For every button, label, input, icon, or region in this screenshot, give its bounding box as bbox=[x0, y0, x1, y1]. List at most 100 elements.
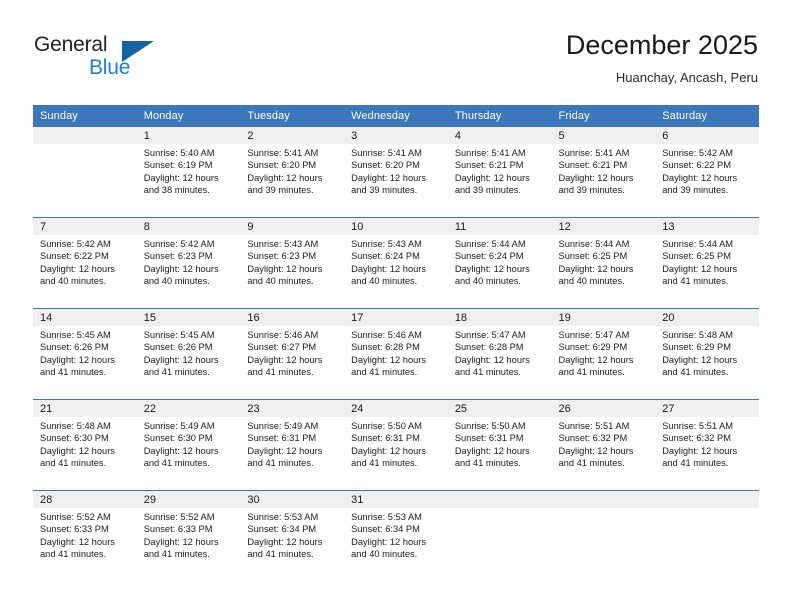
daylight-text-line2: and 41 minutes. bbox=[558, 367, 625, 378]
day-cell-inner: 17 Sunrise: 5:46 AM Sunset: 6:28 PM Dayligh… bbox=[344, 309, 448, 399]
sunset-text: Sunset: 6:25 PM bbox=[662, 251, 731, 262]
sunrise-text: Sunrise: 5:47 AM bbox=[454, 330, 526, 340]
calendar-day-cell[interactable]: 15 Sunrise: 5:45 AM Sunset: 6:26 PM Dayligh… bbox=[136, 308, 241, 400]
day-cell-inner: 15 Sunrise: 5:45 AM Sunset: 6:26 PM Dayligh… bbox=[136, 309, 241, 399]
calendar-page: General Blue December 2025 Huanchay, Anc… bbox=[0, 0, 792, 612]
sunset-text: Sunset: 6:33 PM bbox=[143, 524, 213, 535]
weekday-header-tuesday: Tuesday bbox=[240, 105, 345, 127]
day-details: Sunrise: 5:45 AM Sunset: 6:26 PM Daylight:… bbox=[33, 326, 137, 379]
daylight-text-line1: Daylight: 12 hours bbox=[558, 172, 634, 183]
calendar-day-cell[interactable]: 14 Sunrise: 5:45 AM Sunset: 6:26 PM Dayligh… bbox=[33, 308, 137, 400]
calendar-day-cell[interactable]: 21 Sunrise: 5:48 AM Sunset: 6:30 PM Dayligh… bbox=[33, 399, 137, 491]
daylight-text-line1: Daylight: 12 hours bbox=[351, 445, 427, 456]
day-details: Sunrise: 5:51 AM Sunset: 6:32 PM Daylight:… bbox=[552, 417, 656, 470]
daylight-text-line1: Daylight: 12 hours bbox=[351, 536, 427, 547]
calendar-day-cell[interactable]: 6 Sunrise: 5:42 AM Sunset: 6:22 PM Daylight… bbox=[655, 127, 759, 218]
daylight-text-line2: and 40 minutes. bbox=[454, 276, 521, 287]
day-cell-inner bbox=[655, 491, 759, 581]
daylight-text-line1: Daylight: 12 hours bbox=[247, 445, 323, 456]
daylight-text-line1: Daylight: 12 hours bbox=[40, 263, 115, 274]
calendar-day-cell[interactable]: 16 Sunrise: 5:46 AM Sunset: 6:27 PM Dayligh… bbox=[240, 308, 345, 400]
day-details: Sunrise: 5:44 AM Sunset: 6:25 PM Daylight:… bbox=[655, 235, 759, 288]
calendar-day-cell[interactable]: 11 Sunrise: 5:44 AM Sunset: 6:24 PM Dayligh… bbox=[447, 217, 552, 309]
daylight-text-line2: and 41 minutes. bbox=[662, 276, 729, 287]
sunset-text: Sunset: 6:30 PM bbox=[143, 433, 213, 444]
calendar-day-cell[interactable]: 29 Sunrise: 5:52 AM Sunset: 6:33 PM Dayligh… bbox=[136, 490, 241, 581]
calendar-empty-cell bbox=[447, 490, 552, 581]
day-number bbox=[655, 491, 759, 508]
calendar-day-cell[interactable]: 31 Sunrise: 5:53 AM Sunset: 6:34 PM Dayligh… bbox=[344, 490, 448, 581]
day-number: 19 bbox=[551, 309, 656, 326]
day-number: 1 bbox=[136, 127, 241, 144]
sunset-text: Sunset: 6:19 PM bbox=[143, 160, 213, 171]
day-cell-inner: 25 Sunrise: 5:50 AM Sunset: 6:31 PM Dayligh… bbox=[447, 400, 552, 490]
sunset-text: Sunset: 6:26 PM bbox=[40, 342, 109, 353]
calendar-day-cell[interactable]: 30 Sunrise: 5:53 AM Sunset: 6:34 PM Dayligh… bbox=[240, 490, 345, 581]
day-number: 22 bbox=[136, 400, 241, 417]
sunset-text: Sunset: 6:23 PM bbox=[143, 251, 213, 262]
sunset-text: Sunset: 6:22 PM bbox=[40, 251, 109, 262]
calendar-day-cell[interactable]: 10 Sunrise: 5:43 AM Sunset: 6:24 PM Dayligh… bbox=[344, 217, 448, 309]
daylight-text-line1: Daylight: 12 hours bbox=[351, 263, 427, 274]
daylight-text-line2: and 40 minutes. bbox=[351, 549, 418, 560]
day-number: 11 bbox=[447, 218, 552, 235]
calendar-day-cell[interactable]: 22 Sunrise: 5:49 AM Sunset: 6:30 PM Dayligh… bbox=[136, 399, 241, 491]
sunset-text: Sunset: 6:26 PM bbox=[143, 342, 213, 353]
sunrise-text: Sunrise: 5:43 AM bbox=[247, 239, 319, 249]
daylight-text-line1: Daylight: 12 hours bbox=[454, 172, 530, 183]
sunset-text: Sunset: 6:25 PM bbox=[558, 251, 628, 262]
page-header: General Blue December 2025 Huanchay, Anc… bbox=[0, 0, 792, 100]
day-number: 12 bbox=[551, 218, 656, 235]
sunset-text: Sunset: 6:22 PM bbox=[662, 160, 731, 171]
daylight-text-line1: Daylight: 12 hours bbox=[143, 263, 219, 274]
calendar-day-cell[interactable]: 20 Sunrise: 5:48 AM Sunset: 6:29 PM Dayligh… bbox=[655, 308, 759, 400]
calendar-day-cell[interactable]: 24 Sunrise: 5:50 AM Sunset: 6:31 PM Dayligh… bbox=[344, 399, 448, 491]
day-details: Sunrise: 5:42 AM Sunset: 6:22 PM Daylight:… bbox=[33, 235, 137, 288]
calendar-day-cell[interactable]: 3 Sunrise: 5:41 AM Sunset: 6:20 PM Daylight… bbox=[344, 127, 448, 218]
calendar-day-cell[interactable]: 12 Sunrise: 5:44 AM Sunset: 6:25 PM Dayligh… bbox=[551, 217, 656, 309]
calendar-day-cell[interactable]: 1 Sunrise: 5:40 AM Sunset: 6:19 PM Daylight… bbox=[136, 127, 241, 218]
daylight-text-line1: Daylight: 12 hours bbox=[247, 172, 323, 183]
day-details: Sunrise: 5:45 AM Sunset: 6:26 PM Daylight:… bbox=[137, 326, 241, 379]
calendar-day-cell[interactable]: 18 Sunrise: 5:47 AM Sunset: 6:28 PM Dayligh… bbox=[447, 308, 552, 400]
sunrise-text: Sunrise: 5:40 AM bbox=[143, 148, 215, 158]
daylight-text-line2: and 39 minutes. bbox=[558, 185, 625, 196]
daylight-text-line2: and 41 minutes. bbox=[351, 458, 418, 469]
calendar-week-row: 28 Sunrise: 5:52 AM Sunset: 6:33 PM Dayligh… bbox=[33, 490, 759, 581]
calendar-day-cell[interactable]: 13 Sunrise: 5:44 AM Sunset: 6:25 PM Dayligh… bbox=[655, 217, 759, 309]
calendar-table: Sunday Monday Tuesday Wednesday Thursday Frid… bbox=[33, 105, 759, 581]
calendar-day-cell[interactable]: 2 Sunrise: 5:41 AM Sunset: 6:20 PM Daylight… bbox=[240, 127, 345, 218]
calendar-day-cell[interactable]: 17 Sunrise: 5:46 AM Sunset: 6:28 PM Dayligh… bbox=[344, 308, 448, 400]
day-number: 20 bbox=[655, 309, 759, 326]
sunrise-text: Sunrise: 5:53 AM bbox=[351, 512, 422, 522]
sunset-text: Sunset: 6:20 PM bbox=[351, 160, 420, 171]
day-cell-inner: 30 Sunrise: 5:53 AM Sunset: 6:34 PM Dayligh… bbox=[240, 491, 345, 581]
page-title: December 2025 bbox=[565, 30, 758, 60]
calendar-day-cell[interactable]: 23 Sunrise: 5:49 AM Sunset: 6:31 PM Dayligh… bbox=[240, 399, 345, 491]
sunset-text: Sunset: 6:27 PM bbox=[247, 342, 317, 353]
calendar-day-cell[interactable]: 28 Sunrise: 5:52 AM Sunset: 6:33 PM Dayligh… bbox=[33, 490, 137, 581]
day-details bbox=[33, 144, 137, 147]
day-number: 7 bbox=[33, 218, 137, 235]
calendar-day-cell[interactable]: 25 Sunrise: 5:50 AM Sunset: 6:31 PM Dayligh… bbox=[447, 399, 552, 491]
daylight-text-line2: and 41 minutes. bbox=[40, 458, 107, 469]
calendar-day-cell[interactable]: 9 Sunrise: 5:43 AM Sunset: 6:23 PM Daylight… bbox=[240, 217, 345, 309]
calendar-day-cell[interactable]: 4 Sunrise: 5:41 AM Sunset: 6:21 PM Daylight… bbox=[447, 127, 552, 218]
daylight-text-line1: Daylight: 12 hours bbox=[40, 536, 115, 547]
sunset-text: Sunset: 6:34 PM bbox=[351, 524, 420, 535]
general-blue-logo[interactable]: General Blue bbox=[34, 33, 194, 85]
daylight-text-line2: and 41 minutes. bbox=[143, 458, 210, 469]
calendar-day-cell[interactable]: 8 Sunrise: 5:42 AM Sunset: 6:23 PM Daylight… bbox=[136, 217, 241, 309]
calendar-day-cell[interactable]: 26 Sunrise: 5:51 AM Sunset: 6:32 PM Dayligh… bbox=[551, 399, 656, 491]
daylight-text-line1: Daylight: 12 hours bbox=[40, 354, 115, 365]
daylight-text-line2: and 41 minutes. bbox=[143, 549, 210, 560]
calendar-day-cell[interactable]: 27 Sunrise: 5:51 AM Sunset: 6:32 PM Dayligh… bbox=[655, 399, 759, 491]
calendar-day-cell[interactable]: 7 Sunrise: 5:42 AM Sunset: 6:22 PM Daylight… bbox=[33, 217, 137, 309]
daylight-text-line2: and 41 minutes. bbox=[247, 549, 314, 560]
daylight-text-line1: Daylight: 12 hours bbox=[662, 263, 738, 274]
calendar-day-cell[interactable]: 5 Sunrise: 5:41 AM Sunset: 6:21 PM Daylight… bbox=[551, 127, 656, 218]
page-subtitle: Huanchay, Ancash, Peru bbox=[615, 70, 758, 85]
calendar-day-cell[interactable]: 19 Sunrise: 5:47 AM Sunset: 6:29 PM Dayligh… bbox=[551, 308, 656, 400]
daylight-text-line1: Daylight: 12 hours bbox=[454, 354, 530, 365]
day-cell-inner: 4 Sunrise: 5:41 AM Sunset: 6:21 PM Daylight… bbox=[447, 127, 552, 217]
